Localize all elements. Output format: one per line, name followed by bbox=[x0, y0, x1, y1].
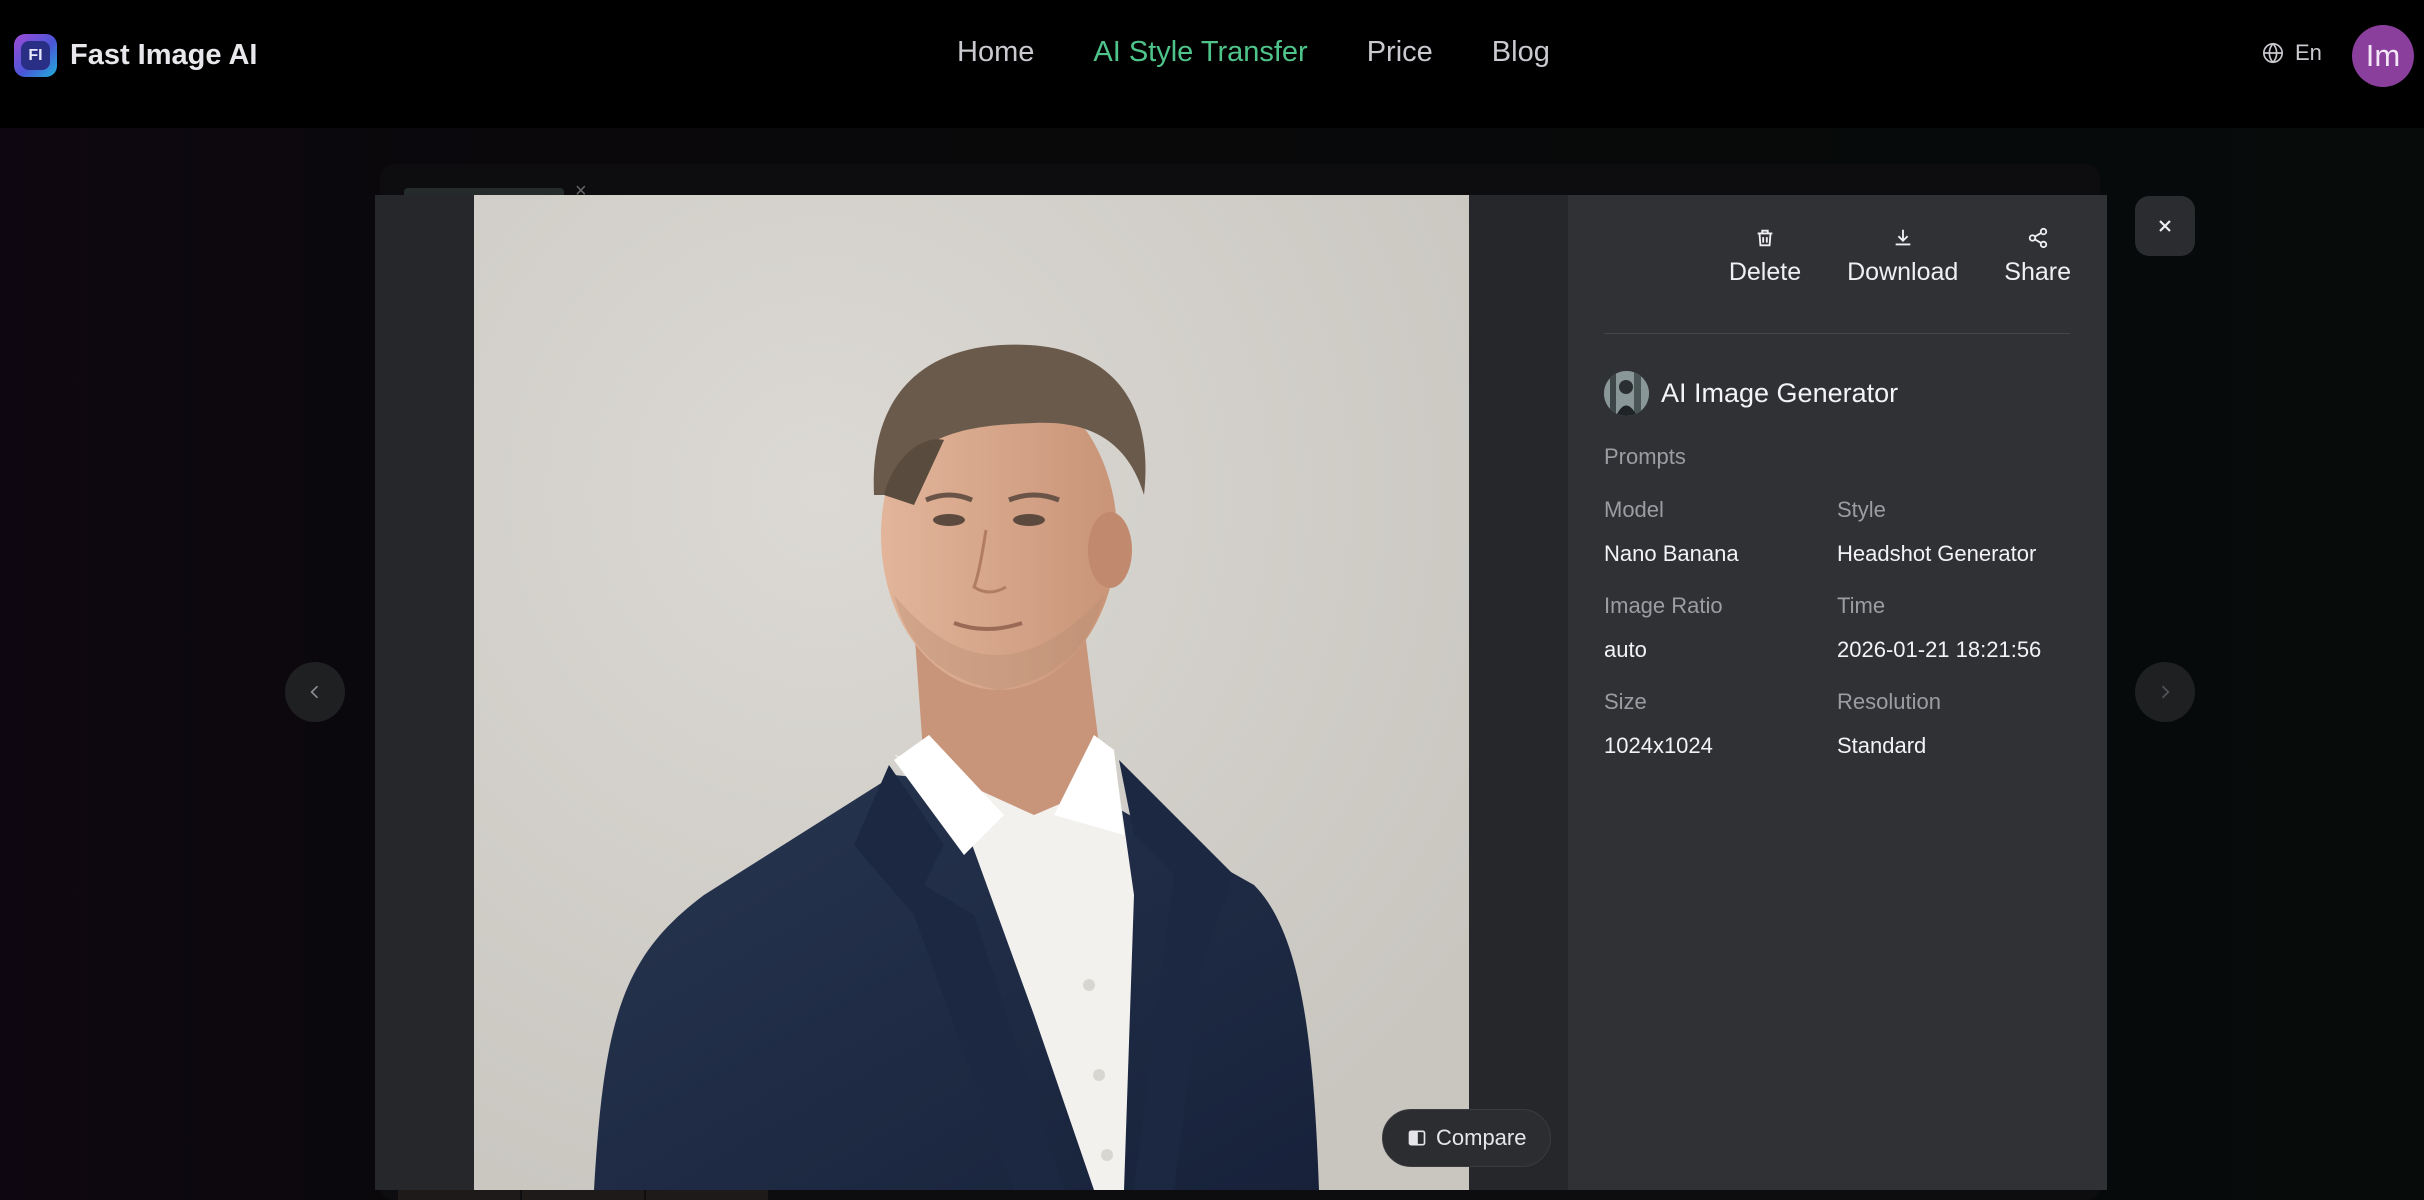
metadata-row: Size 1024x1024 Resolution Standard bbox=[1604, 689, 2070, 785]
metadata-model: Model Nano Banana bbox=[1604, 497, 1837, 593]
generator-header: AI Image Generator bbox=[1604, 371, 1898, 416]
metadata-value: Standard bbox=[1837, 733, 1927, 758]
download-icon bbox=[1895, 229, 1911, 246]
previous-image-button[interactable] bbox=[285, 662, 345, 722]
top-navbar: FI Fast Image AI Home AI Style Transfer … bbox=[0, 0, 2424, 128]
delete-button[interactable]: Delete bbox=[1729, 227, 1801, 287]
brand[interactable]: FI Fast Image AI bbox=[14, 34, 257, 77]
generated-image[interactable] bbox=[474, 195, 1469, 1190]
nav-item-price[interactable]: Price bbox=[1367, 36, 1433, 69]
metadata-value: Nano Banana bbox=[1604, 541, 1739, 566]
trash-icon bbox=[1757, 229, 1773, 247]
metadata-value: 1024x1024 bbox=[1604, 733, 1713, 758]
share-icon bbox=[2028, 227, 2047, 249]
metadata-image-ratio: Image Ratio auto bbox=[1604, 593, 1837, 689]
metadata-key: Resolution bbox=[1837, 689, 1941, 714]
metadata-key: Style bbox=[1837, 497, 1886, 522]
metadata-value: 2026-01-21 18:21:56 bbox=[1837, 637, 2042, 662]
download-label: Download bbox=[1847, 258, 1959, 286]
share-button[interactable]: Share bbox=[2004, 227, 2071, 287]
panel-divider bbox=[1604, 333, 2070, 334]
brand-logo-icon: FI bbox=[14, 34, 57, 77]
metadata-key: Model bbox=[1604, 497, 1664, 522]
metadata-row: Image Ratio auto Time 2026-01-21 18:21:5… bbox=[1604, 593, 2070, 689]
metadata-size: Size 1024x1024 bbox=[1604, 689, 1837, 785]
metadata-key: Size bbox=[1604, 689, 1647, 714]
language-selector[interactable]: En bbox=[2262, 40, 2322, 66]
compare-icon bbox=[1408, 1130, 1426, 1146]
metadata-key: Image Ratio bbox=[1604, 593, 1723, 618]
main-nav: Home AI Style Transfer Price Blog bbox=[957, 36, 1550, 69]
close-icon bbox=[2159, 220, 2171, 232]
close-modal-button[interactable] bbox=[2135, 196, 2195, 256]
chevron-right-icon bbox=[2161, 685, 2170, 699]
image-viewer: Compare bbox=[375, 195, 1568, 1190]
action-bar: Delete Download Share bbox=[1729, 227, 2071, 287]
next-image-button[interactable] bbox=[2135, 662, 2195, 722]
globe-icon bbox=[2263, 42, 2283, 64]
share-label: Share bbox=[2004, 258, 2071, 286]
metadata-time: Time 2026-01-21 18:21:56 bbox=[1837, 593, 2070, 689]
metadata-row: Model Nano Banana Style Headshot Generat… bbox=[1604, 497, 2070, 593]
portrait-image bbox=[474, 195, 1469, 1190]
chevron-left-icon bbox=[310, 685, 319, 699]
metadata-style: Style Headshot Generator bbox=[1837, 497, 2070, 593]
generator-title: AI Image Generator bbox=[1661, 378, 1899, 408]
metadata-value: auto bbox=[1604, 637, 1647, 662]
delete-label: Delete bbox=[1728, 258, 1802, 286]
nav-item-ai-style-transfer[interactable]: AI Style Transfer bbox=[1093, 36, 1307, 69]
metadata-resolution: Resolution Standard bbox=[1837, 689, 2070, 785]
prompts-label: Prompts bbox=[1604, 444, 1686, 469]
metadata-key: Time bbox=[1837, 593, 1886, 618]
brand-name: Fast Image AI bbox=[70, 39, 258, 71]
language-label: En bbox=[2295, 40, 2322, 65]
brand-logo-text: FI bbox=[21, 41, 50, 70]
image-metadata: Model Nano Banana Style Headshot Generat… bbox=[1604, 497, 2070, 785]
compare-button[interactable]: Compare bbox=[1382, 1109, 1552, 1167]
image-detail-modal: Compare Delete Download Share AI Image G… bbox=[375, 195, 2107, 1190]
nav-item-home[interactable]: Home bbox=[957, 36, 1034, 69]
download-button[interactable]: Download bbox=[1847, 227, 1958, 287]
user-avatar[interactable]: Im bbox=[2352, 25, 2414, 87]
metadata-value: Headshot Generator bbox=[1837, 541, 2037, 566]
generator-avatar bbox=[1604, 371, 1649, 416]
image-details-panel: Delete Download Share AI Image Generator… bbox=[1568, 195, 2107, 1190]
nav-item-blog[interactable]: Blog bbox=[1492, 36, 1550, 69]
compare-label: Compare bbox=[1436, 1125, 1527, 1150]
